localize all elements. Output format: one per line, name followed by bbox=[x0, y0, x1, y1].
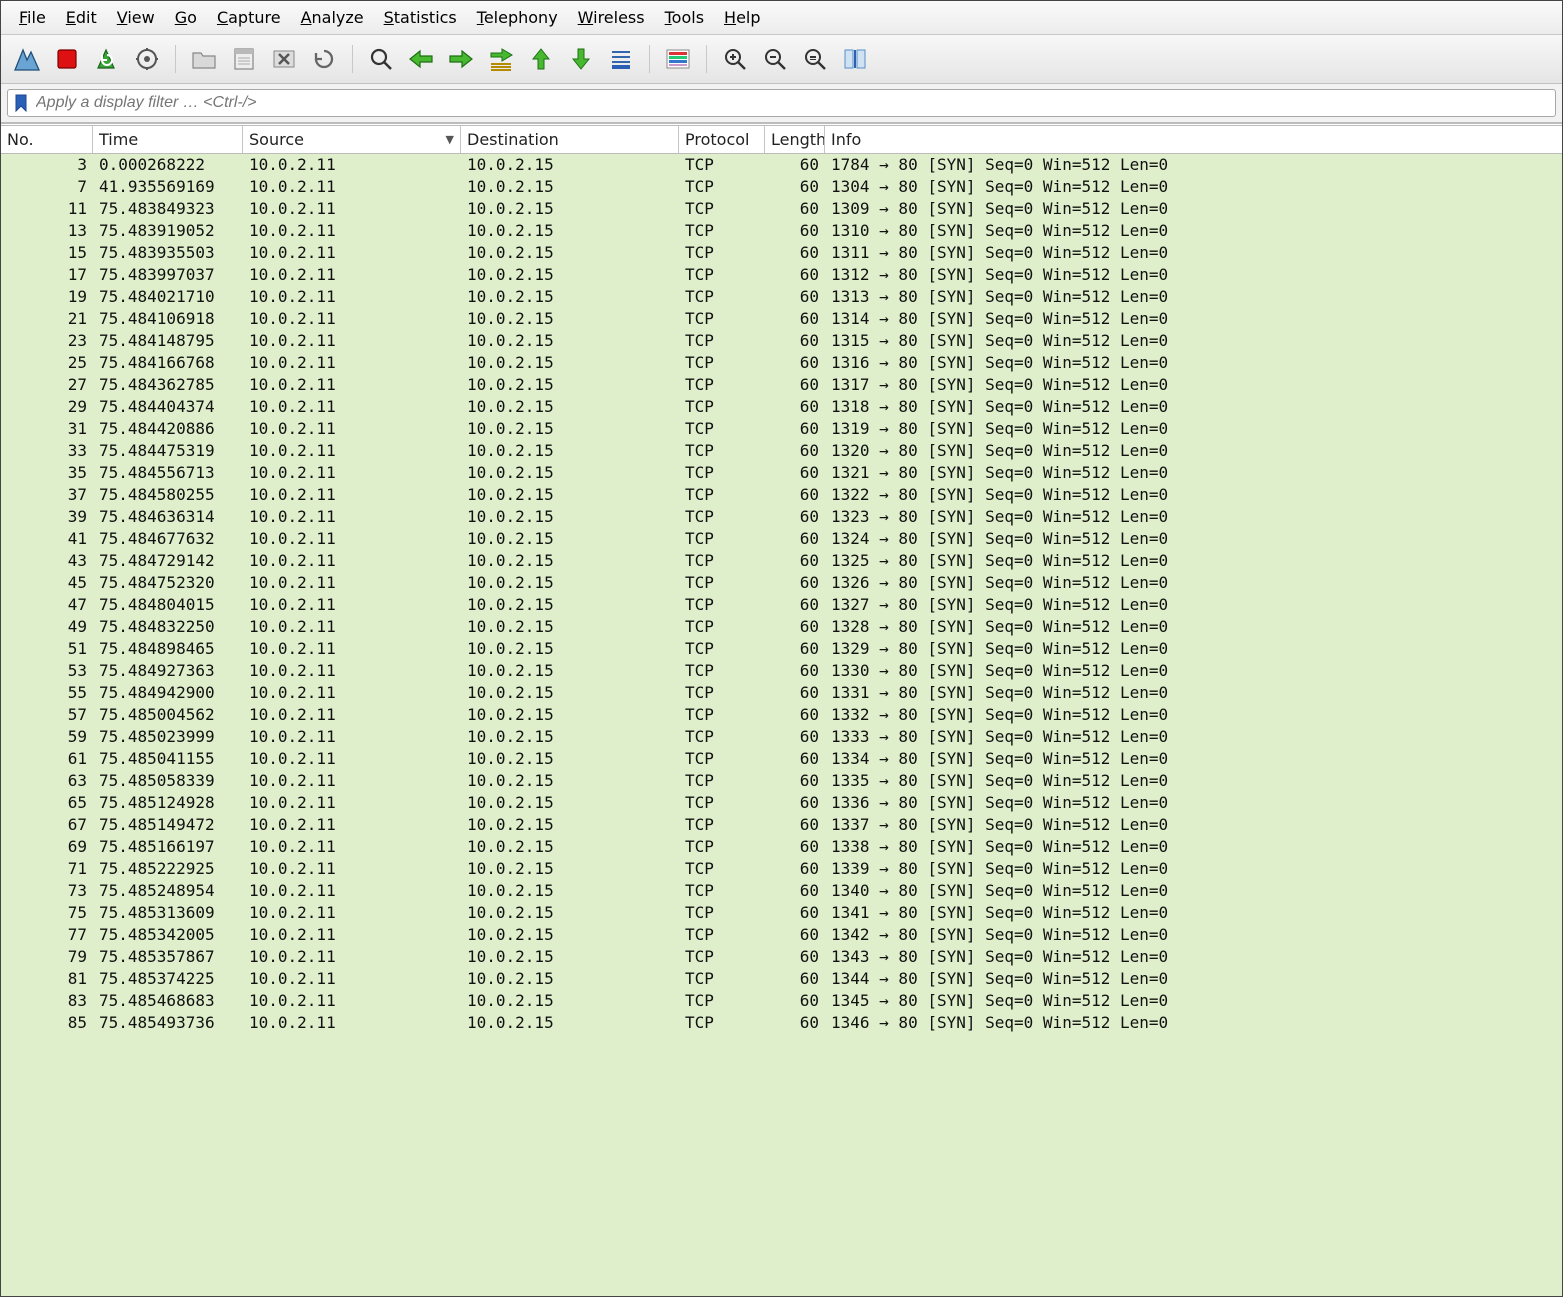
menu-go[interactable]: Go bbox=[165, 4, 207, 31]
display-filter-input[interactable] bbox=[34, 93, 1549, 113]
zoom-reset-button[interactable] bbox=[797, 41, 833, 77]
packet-row[interactable]: 6975.48516619710.0.2.1110.0.2.15TCP60133… bbox=[1, 836, 1562, 858]
main-toolbar bbox=[1, 35, 1562, 84]
packet-list-header: No. Time Source▼ Destination Protocol Le… bbox=[1, 123, 1562, 154]
packet-list[interactable]: 30.00026822210.0.2.1110.0.2.15TCP601784 … bbox=[1, 154, 1562, 1296]
packet-row[interactable]: 5375.48492736310.0.2.1110.0.2.15TCP60133… bbox=[1, 660, 1562, 682]
bookmark-icon[interactable] bbox=[14, 94, 28, 112]
packet-row[interactable]: 2975.48440437410.0.2.1110.0.2.15TCP60131… bbox=[1, 396, 1562, 418]
resize-columns-button[interactable] bbox=[837, 41, 873, 77]
packet-row[interactable]: 6575.48512492810.0.2.1110.0.2.15TCP60133… bbox=[1, 792, 1562, 814]
menu-telephony[interactable]: Telephony bbox=[467, 4, 568, 31]
go-back-button[interactable] bbox=[403, 41, 439, 77]
go-first-packet-button[interactable] bbox=[523, 41, 559, 77]
packet-row[interactable]: 8375.48546868310.0.2.1110.0.2.15TCP60134… bbox=[1, 990, 1562, 1012]
col-header-protocol[interactable]: Protocol bbox=[679, 126, 765, 153]
packet-row[interactable]: 1575.48393550310.0.2.1110.0.2.15TCP60131… bbox=[1, 242, 1562, 264]
packet-row[interactable]: 3775.48458025510.0.2.1110.0.2.15TCP60132… bbox=[1, 484, 1562, 506]
menu-view[interactable]: View bbox=[107, 4, 165, 31]
find-packet-button[interactable] bbox=[363, 41, 399, 77]
go-last-packet-button[interactable] bbox=[563, 41, 599, 77]
wireshark-logo-icon[interactable] bbox=[9, 41, 45, 77]
packet-row[interactable]: 3975.48463631410.0.2.1110.0.2.15TCP60132… bbox=[1, 506, 1562, 528]
packet-row[interactable]: 5775.48500456210.0.2.1110.0.2.15TCP60133… bbox=[1, 704, 1562, 726]
menu-edit[interactable]: Edit bbox=[56, 4, 107, 31]
packet-row[interactable]: 741.93556916910.0.2.1110.0.2.15TCP601304… bbox=[1, 176, 1562, 198]
sort-desc-icon: ▼ bbox=[446, 133, 454, 146]
packet-row[interactable]: 3175.48442088610.0.2.1110.0.2.15TCP60131… bbox=[1, 418, 1562, 440]
col-header-time[interactable]: Time bbox=[93, 126, 243, 153]
toolbar-separator bbox=[175, 45, 176, 73]
zoom-out-button[interactable] bbox=[757, 41, 793, 77]
packet-row[interactable]: 7775.48534200510.0.2.1110.0.2.15TCP60134… bbox=[1, 924, 1562, 946]
packet-row[interactable]: 6775.48514947210.0.2.1110.0.2.15TCP60133… bbox=[1, 814, 1562, 836]
display-filter-bar bbox=[1, 84, 1562, 123]
col-header-length[interactable]: Length bbox=[765, 126, 825, 153]
close-file-button[interactable] bbox=[266, 41, 302, 77]
packet-row[interactable]: 8575.48549373610.0.2.1110.0.2.15TCP60134… bbox=[1, 1012, 1562, 1034]
menu-file[interactable]: File bbox=[9, 4, 56, 31]
display-filter-input-wrapper[interactable] bbox=[7, 89, 1556, 117]
packet-row[interactable]: 6375.48505833910.0.2.1110.0.2.15TCP60133… bbox=[1, 770, 1562, 792]
col-header-info[interactable]: Info bbox=[825, 126, 1562, 153]
packet-row[interactable]: 4175.48467763210.0.2.1110.0.2.15TCP60132… bbox=[1, 528, 1562, 550]
packet-row[interactable]: 4375.48472914210.0.2.1110.0.2.15TCP60132… bbox=[1, 550, 1562, 572]
menu-wireless[interactable]: Wireless bbox=[568, 4, 655, 31]
packet-row[interactable]: 7575.48531360910.0.2.1110.0.2.15TCP60134… bbox=[1, 902, 1562, 924]
auto-scroll-button[interactable] bbox=[603, 41, 639, 77]
packet-row[interactable]: 4575.48475232010.0.2.1110.0.2.15TCP60132… bbox=[1, 572, 1562, 594]
restart-capture-button[interactable] bbox=[89, 41, 125, 77]
packet-row[interactable]: 1175.48384932310.0.2.1110.0.2.15TCP60130… bbox=[1, 198, 1562, 220]
go-to-packet-button[interactable] bbox=[483, 41, 519, 77]
col-header-source[interactable]: Source▼ bbox=[243, 126, 461, 153]
packet-row[interactable]: 7175.48522292510.0.2.1110.0.2.15TCP60133… bbox=[1, 858, 1562, 880]
toolbar-separator bbox=[352, 45, 353, 73]
col-header-destination[interactable]: Destination bbox=[461, 126, 679, 153]
packet-row[interactable]: 30.00026822210.0.2.1110.0.2.15TCP601784 … bbox=[1, 154, 1562, 176]
zoom-in-button[interactable] bbox=[717, 41, 753, 77]
menu-statistics[interactable]: Statistics bbox=[374, 4, 467, 31]
packet-row[interactable]: 6175.48504115510.0.2.1110.0.2.15TCP60133… bbox=[1, 748, 1562, 770]
menu-bar: FileEditViewGoCaptureAnalyzeStatisticsTe… bbox=[1, 1, 1562, 35]
capture-options-button[interactable] bbox=[129, 41, 165, 77]
packet-row[interactable]: 3575.48455671310.0.2.1110.0.2.15TCP60132… bbox=[1, 462, 1562, 484]
colorize-button[interactable] bbox=[660, 41, 696, 77]
packet-row[interactable]: 1975.48402171010.0.2.1110.0.2.15TCP60131… bbox=[1, 286, 1562, 308]
packet-row[interactable]: 2175.48410691810.0.2.1110.0.2.15TCP60131… bbox=[1, 308, 1562, 330]
save-file-button[interactable] bbox=[226, 41, 262, 77]
menu-capture[interactable]: Capture bbox=[207, 4, 291, 31]
toolbar-separator bbox=[706, 45, 707, 73]
toolbar-separator bbox=[649, 45, 650, 73]
menu-analyze[interactable]: Analyze bbox=[291, 4, 374, 31]
packet-row[interactable]: 4975.48483225010.0.2.1110.0.2.15TCP60132… bbox=[1, 616, 1562, 638]
reload-file-button[interactable] bbox=[306, 41, 342, 77]
packet-row[interactable]: 2375.48414879510.0.2.1110.0.2.15TCP60131… bbox=[1, 330, 1562, 352]
menu-help[interactable]: Help bbox=[714, 4, 770, 31]
packet-row[interactable]: 1775.48399703710.0.2.1110.0.2.15TCP60131… bbox=[1, 264, 1562, 286]
packet-row[interactable]: 1375.48391905210.0.2.1110.0.2.15TCP60131… bbox=[1, 220, 1562, 242]
packet-row[interactable]: 4775.48480401510.0.2.1110.0.2.15TCP60132… bbox=[1, 594, 1562, 616]
menu-tools[interactable]: Tools bbox=[655, 4, 714, 31]
packet-row[interactable]: 5975.48502399910.0.2.1110.0.2.15TCP60133… bbox=[1, 726, 1562, 748]
packet-row[interactable]: 2575.48416676810.0.2.1110.0.2.15TCP60131… bbox=[1, 352, 1562, 374]
packet-row[interactable]: 5175.48489846510.0.2.1110.0.2.15TCP60132… bbox=[1, 638, 1562, 660]
packet-row[interactable]: 7975.48535786710.0.2.1110.0.2.15TCP60134… bbox=[1, 946, 1562, 968]
packet-row[interactable]: 3375.48447531910.0.2.1110.0.2.15TCP60132… bbox=[1, 440, 1562, 462]
go-forward-button[interactable] bbox=[443, 41, 479, 77]
packet-row[interactable]: 5575.48494290010.0.2.1110.0.2.15TCP60133… bbox=[1, 682, 1562, 704]
col-header-no[interactable]: No. bbox=[1, 126, 93, 153]
open-file-button[interactable] bbox=[186, 41, 222, 77]
packet-row[interactable]: 8175.48537422510.0.2.1110.0.2.15TCP60134… bbox=[1, 968, 1562, 990]
packet-row[interactable]: 7375.48524895410.0.2.1110.0.2.15TCP60134… bbox=[1, 880, 1562, 902]
packet-row[interactable]: 2775.48436278510.0.2.1110.0.2.15TCP60131… bbox=[1, 374, 1562, 396]
stop-capture-button[interactable] bbox=[49, 41, 85, 77]
